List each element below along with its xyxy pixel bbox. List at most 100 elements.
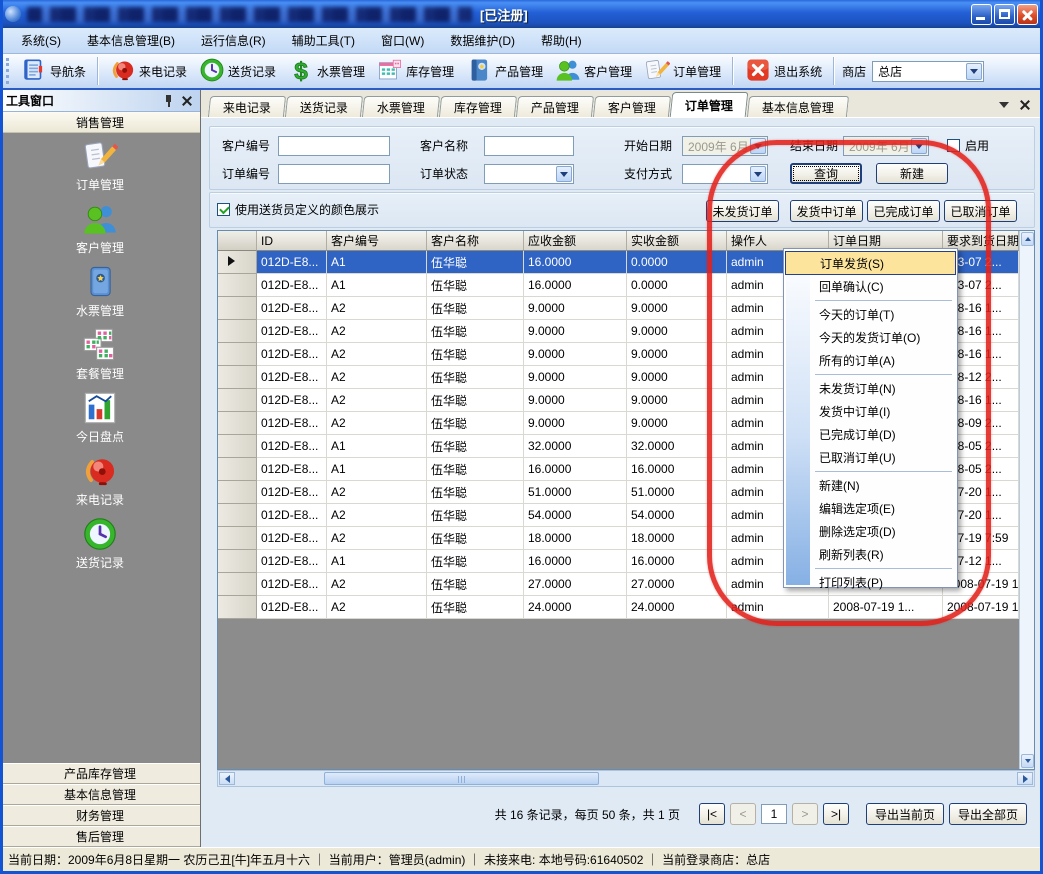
tab-3[interactable]: 库存管理 xyxy=(439,96,517,117)
sidebar-item-0[interactable]: 订单管理 xyxy=(0,133,200,196)
courier-color-checkbox[interactable] xyxy=(217,203,230,216)
row-selector[interactable] xyxy=(218,320,257,343)
tab-close-icon[interactable] xyxy=(1019,99,1031,111)
close-button[interactable] xyxy=(1017,4,1038,25)
new-button[interactable]: 新建 xyxy=(876,163,948,184)
context-menu-item-17[interactable]: 打印列表(P) xyxy=(785,571,956,594)
context-menu-item-3[interactable]: 今天的订单(T) xyxy=(785,303,956,326)
row-selector[interactable] xyxy=(218,527,257,550)
sidebar-group-button-0[interactable]: 产品库存管理 xyxy=(0,763,200,784)
row-selector[interactable] xyxy=(218,458,257,481)
order-no-input[interactable] xyxy=(278,164,390,184)
menu-bar-item-2[interactable]: 运行信息(R) xyxy=(188,28,279,53)
shop-combobox[interactable]: 总店 xyxy=(872,61,984,82)
start-date-picker[interactable]: 2009年 6月 8日 xyxy=(682,136,768,156)
context-menu-item-14[interactable]: 删除选定项(D) xyxy=(785,520,956,543)
row-selector[interactable] xyxy=(218,412,257,435)
scroll-right-icon[interactable] xyxy=(1017,772,1033,785)
tab-4[interactable]: 产品管理 xyxy=(516,96,594,117)
row-selector[interactable] xyxy=(218,435,257,458)
toolbar-button-0[interactable]: 导航条 xyxy=(15,55,92,87)
toolbar-button-10[interactable]: 退出系统 xyxy=(739,55,828,87)
menu-bar-item-0[interactable]: 系统(S) xyxy=(8,28,74,53)
row-selector[interactable] xyxy=(218,596,257,619)
shop-combobox-arrow[interactable] xyxy=(966,63,982,80)
sidebar-close-icon[interactable] xyxy=(180,94,194,108)
tab-list-caret-icon[interactable] xyxy=(999,102,1009,108)
last-page-button[interactable]: >| xyxy=(823,803,849,825)
next-page-button[interactable]: > xyxy=(792,803,818,825)
toolbar-button-3[interactable]: 送货记录 xyxy=(193,55,282,87)
page-number-input[interactable] xyxy=(761,804,787,824)
toolbar-grip[interactable] xyxy=(6,58,11,84)
toolbar-button-5[interactable]: 库存管理 xyxy=(371,55,460,87)
sidebar-item-5[interactable]: 来电记录 xyxy=(0,448,200,511)
prev-page-button[interactable]: < xyxy=(730,803,756,825)
customer-no-input[interactable] xyxy=(278,136,390,156)
column-header-2[interactable]: 客户名称 xyxy=(427,231,524,251)
toolbar-button-4[interactable]: 水票管理 xyxy=(282,55,371,87)
pay-method-combobox[interactable] xyxy=(682,164,768,184)
query-button[interactable]: 查询 xyxy=(790,163,862,184)
toolbar-button-6[interactable]: 产品管理 xyxy=(460,55,549,87)
column-header-4[interactable]: 实收金额 xyxy=(627,231,727,251)
scroll-down-icon[interactable] xyxy=(1021,754,1034,768)
column-header-3[interactable]: 应收金额 xyxy=(524,231,627,251)
row-selector[interactable] xyxy=(218,550,257,573)
horizontal-scrollbar[interactable] xyxy=(217,770,1035,787)
menu-bar-item-4[interactable]: 窗口(W) xyxy=(368,28,437,53)
toolbar-button-8[interactable]: 订单管理 xyxy=(638,55,727,87)
vertical-scrollbar[interactable] xyxy=(1019,231,1034,769)
sidebar-item-3[interactable]: 套餐管理 xyxy=(0,322,200,385)
context-menu-item-15[interactable]: 刷新列表(R) xyxy=(785,543,956,566)
row-selector[interactable] xyxy=(218,343,257,366)
sidebar-item-6[interactable]: 送货记录 xyxy=(0,511,200,574)
maximize-button[interactable] xyxy=(994,4,1015,25)
toolbar-button-2[interactable]: 来电记录 xyxy=(104,55,193,87)
export-current-page-button[interactable]: 导出当前页 xyxy=(866,803,944,825)
sidebar-item-2[interactable]: 水票管理 xyxy=(0,259,200,322)
row-selector[interactable] xyxy=(218,504,257,527)
tab-0[interactable]: 来电记录 xyxy=(208,96,286,117)
scroll-left-icon[interactable] xyxy=(219,772,235,785)
row-selector[interactable] xyxy=(218,481,257,504)
first-page-button[interactable]: |< xyxy=(699,803,725,825)
context-menu-item-13[interactable]: 编辑选定项(E) xyxy=(785,497,956,520)
context-menu-item-9[interactable]: 已完成订单(D) xyxy=(785,423,956,446)
end-date-picker[interactable]: 2009年 6月 8日 xyxy=(843,136,929,156)
context-menu-item-1[interactable]: 回单确认(C) xyxy=(785,275,956,298)
customer-name-input[interactable] xyxy=(484,136,574,156)
scroll-up-icon[interactable] xyxy=(1021,232,1034,246)
tab-7[interactable]: 基本信息管理 xyxy=(747,96,849,117)
column-header-1[interactable]: 客户编号 xyxy=(327,231,427,251)
sidebar-group-button-1[interactable]: 基本信息管理 xyxy=(0,784,200,805)
context-menu-item-8[interactable]: 发货中订单(I) xyxy=(785,400,956,423)
row-selector[interactable] xyxy=(218,573,257,596)
status-filter-button-2[interactable]: 已完成订单 xyxy=(867,200,940,222)
table-row-15[interactable]: 012D-E8... A2 伍华聪 24.0000 24.0000 admin … xyxy=(218,596,1019,619)
sidebar-group-sales[interactable]: 销售管理 xyxy=(0,112,200,133)
status-filter-button-3[interactable]: 已取消订单 xyxy=(944,200,1017,222)
context-menu-item-5[interactable]: 所有的订单(A) xyxy=(785,349,956,372)
row-selector[interactable] xyxy=(218,366,257,389)
context-menu-item-0[interactable]: 订单发货(S) xyxy=(785,251,956,275)
row-selector[interactable] xyxy=(218,274,257,297)
row-selector[interactable] xyxy=(218,251,257,274)
context-menu-item-7[interactable]: 未发货订单(N) xyxy=(785,377,956,400)
minimize-button[interactable] xyxy=(971,4,992,25)
status-filter-button-0[interactable]: 未发货订单 xyxy=(706,200,779,222)
status-filter-button-1[interactable]: 发货中订单 xyxy=(790,200,863,222)
order-status-combobox[interactable] xyxy=(484,164,574,184)
tab-6[interactable]: 订单管理 xyxy=(670,92,749,117)
tab-5[interactable]: 客户管理 xyxy=(593,96,671,117)
sidebar-item-1[interactable]: 客户管理 xyxy=(0,196,200,259)
pin-icon[interactable] xyxy=(162,94,176,108)
row-selector[interactable] xyxy=(218,389,257,412)
context-menu-item-12[interactable]: 新建(N) xyxy=(785,474,956,497)
sidebar-group-button-2[interactable]: 财务管理 xyxy=(0,805,200,826)
horizontal-scrollbar-thumb[interactable] xyxy=(324,772,599,785)
menu-bar-item-3[interactable]: 辅助工具(T) xyxy=(279,28,368,53)
tab-2[interactable]: 水票管理 xyxy=(362,96,440,117)
sidebar-group-button-3[interactable]: 售后管理 xyxy=(0,826,200,847)
context-menu-item-4[interactable]: 今天的发货订单(O) xyxy=(785,326,956,349)
